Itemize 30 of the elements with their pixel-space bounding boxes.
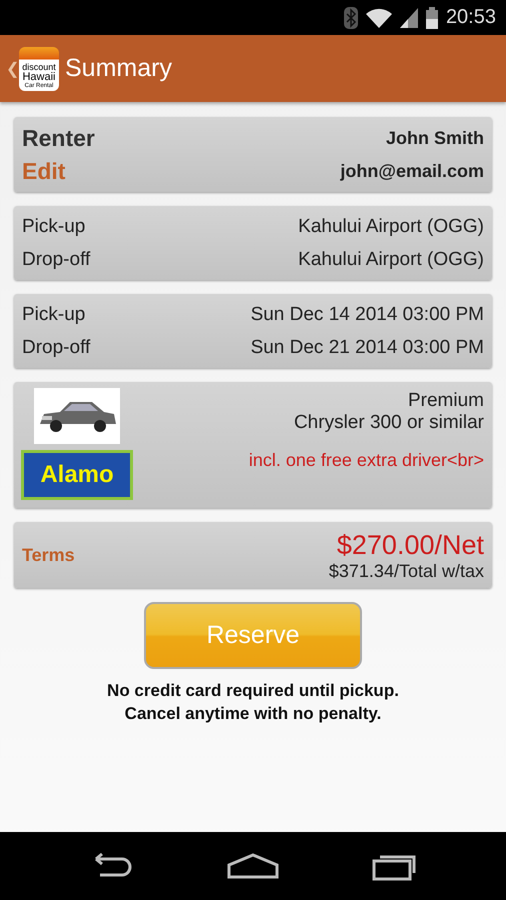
renter-name: John Smith [386,128,484,149]
row-label: Pick-up [22,304,86,326]
signal-icon [400,8,418,28]
row-value: Sun Dec 14 2014 03:00 PM [250,304,484,326]
renter-email: john@email.com [340,161,484,182]
terms-link[interactable]: Terms [22,544,75,566]
vehicle-model: Chrysler 300 or similar [294,412,484,434]
reserve-button[interactable]: Reserve [144,602,362,669]
status-time: 20:53 [446,6,496,29]
vehicle-class: Premium [408,390,484,412]
home-icon[interactable] [226,853,279,879]
row-value: Kahului Airport (OGG) [298,248,484,270]
renter-heading: Renter [22,125,95,152]
net-price: $270.00/Net [336,530,484,561]
info-text: No credit card required until pickup. [107,680,399,702]
row-value: Sun Dec 21 2014 03:00 PM [250,336,484,358]
row-label: Drop-off [22,248,90,270]
vehicle-note: incl. one free extra driver<br> [248,450,484,471]
battery-icon [426,6,438,28]
vendor-logo: Alamo [21,450,133,500]
row-label: Pick-up [22,216,86,238]
info-text: Cancel anytime with no penalty. [124,703,382,725]
edit-link[interactable]: Edit [22,158,66,185]
total-price: $371.34/Total w/tax [328,561,484,582]
row-label: Drop-off [22,336,90,358]
screen-title: Summary [65,54,172,83]
back-icon[interactable]: ❮ [6,58,19,78]
bluetooth-icon [344,6,358,28]
wifi-icon [366,8,392,28]
row-value: Kahului Airport (OGG) [298,216,484,238]
